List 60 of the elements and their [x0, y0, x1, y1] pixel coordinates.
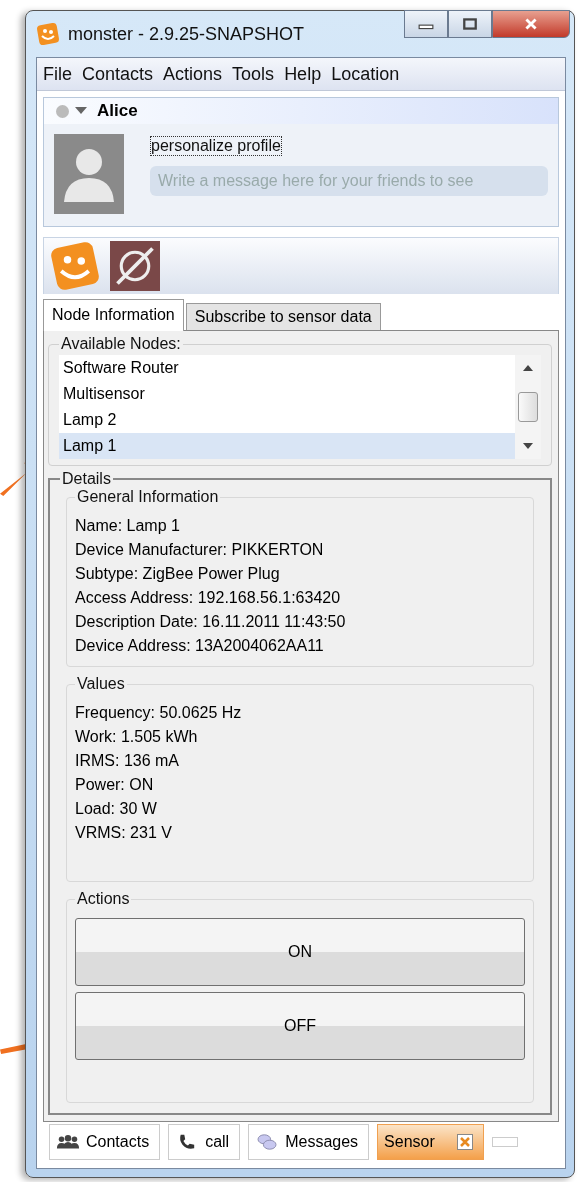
node-item[interactable]: Software Router [59, 355, 515, 381]
group-title: General Information [76, 488, 220, 506]
menu-item[interactable]: Tools [232, 63, 275, 85]
info-line: Name: Lamp 1 [75, 516, 181, 536]
group-title: Available Nodes: [60, 335, 182, 353]
action-button[interactable]: OFF [75, 992, 525, 1060]
info-line: Device Manufacturer: PIKKERTON [75, 540, 325, 560]
info-line: Device Address: 13A2004062AA11 [75, 636, 325, 656]
compass-icon[interactable] [110, 241, 160, 291]
bottom-tab[interactable]: Sensor [377, 1124, 484, 1160]
window-title: monster - 2.9.25-SNAPSHOT [68, 23, 305, 45]
maximize-icon [462, 18, 478, 30]
tab[interactable]: Subscribe to sensor data [185, 303, 381, 330]
info-line: Access Address: 192.168.56.1:63420 [75, 588, 342, 608]
info-line: Power: ON [75, 775, 155, 795]
scroll-up-icon[interactable] [523, 365, 533, 371]
action-button[interactable]: ON [75, 918, 525, 986]
menu-item[interactable]: File [43, 63, 72, 85]
scrollbar[interactable] [515, 355, 541, 459]
info-line: IRMS: 136 mA [75, 751, 181, 771]
group-title: Values [76, 675, 126, 693]
maximize-button[interactable] [448, 10, 492, 38]
info-line: Work: 1.505 kWh [75, 727, 199, 747]
menu-item[interactable]: Contacts [82, 63, 154, 85]
monster-logo-icon [36, 22, 60, 46]
info-line: Frequency: 50.0625 Hz [75, 703, 243, 723]
avatar-icon [54, 134, 124, 214]
speech-bubbles-icon [255, 1133, 280, 1151]
close-icon[interactable] [456, 1134, 473, 1150]
personalize-profile-link[interactable]: personalize profile [150, 136, 282, 156]
group-title: Actions [76, 890, 131, 908]
info-line: VRMS: 231 V [75, 823, 173, 843]
close-icon [523, 18, 539, 30]
message-field[interactable]: Write a message here for your friends to see [150, 166, 548, 196]
menu-item[interactable]: Location [331, 63, 400, 85]
node-item[interactable]: Lamp 2 [59, 407, 515, 433]
people-icon [56, 1133, 80, 1151]
tab-label: call [205, 1133, 230, 1151]
bottom-tab[interactable]: Messages [248, 1124, 370, 1160]
tab-stub [491, 1137, 518, 1147]
group-title: Details [61, 470, 112, 488]
node-item[interactable]: Multisensor [59, 381, 515, 407]
scroll-thumb[interactable] [518, 392, 538, 422]
info-line: Load: 30 W [75, 799, 158, 819]
tab-label: Contacts [86, 1133, 150, 1151]
tab-label: Sensor [384, 1133, 435, 1151]
bottom-tab[interactable]: Contacts [49, 1124, 161, 1160]
minimize-button[interactable] [404, 10, 448, 38]
menu-item[interactable]: Help [284, 63, 322, 85]
menu-item[interactable]: Actions [163, 63, 223, 85]
node-item[interactable]: Lamp 1 [59, 433, 515, 459]
scroll-down-icon[interactable] [523, 443, 533, 449]
bottom-tab[interactable]: call [168, 1124, 241, 1160]
caret-icon[interactable] [75, 107, 87, 115]
tab-label: Messages [285, 1133, 359, 1151]
user-name: Alice [97, 101, 138, 121]
close-button[interactable] [492, 10, 570, 38]
info-line: Description Date: 16.11.2011 11:43:50 [75, 612, 347, 632]
tab[interactable]: Node Information [43, 299, 184, 331]
info-line: Subtype: ZigBee Power Plug [75, 564, 281, 584]
